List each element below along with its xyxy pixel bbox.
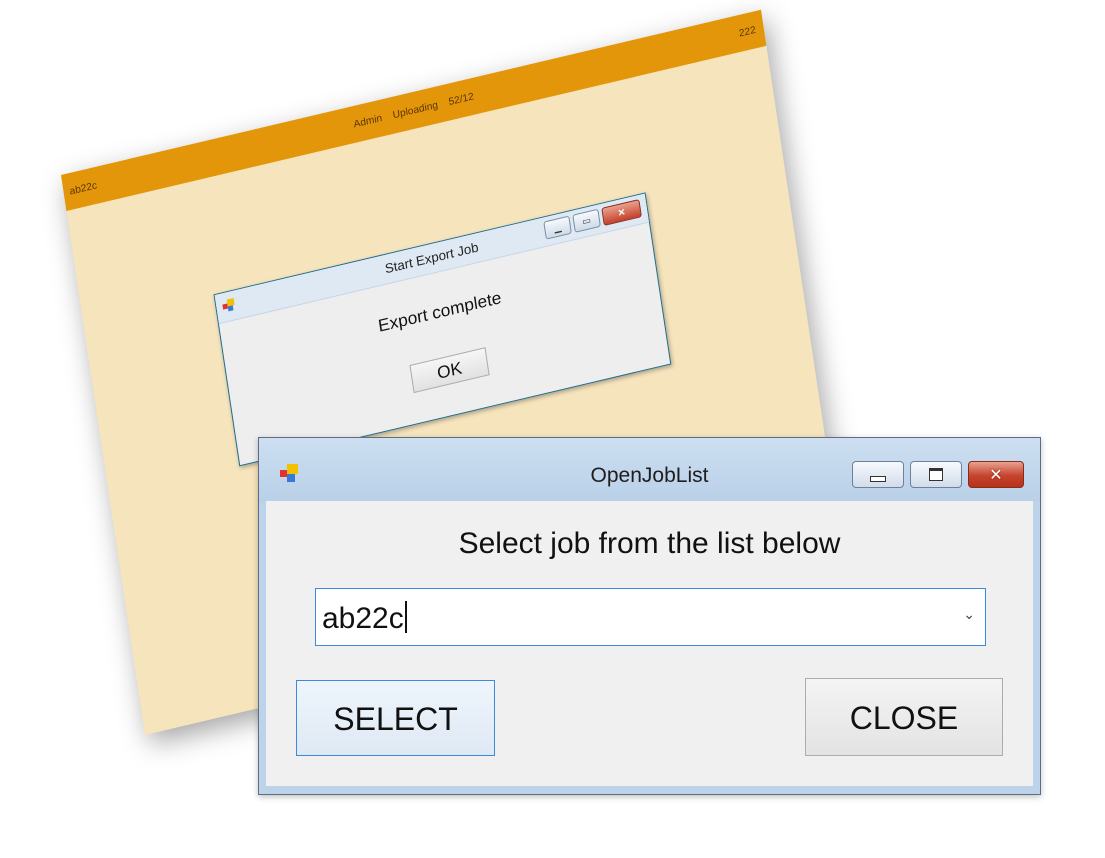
chevron-down-icon[interactable]: ⌄ [963,607,975,623]
maximize-icon [929,468,943,481]
job-select-combobox[interactable]: ab22c ⌄ [315,588,986,646]
minimize-icon [870,475,886,482]
window-close-button[interactable]: ✕ [968,461,1024,488]
topbar-progress: 52/12 [447,91,475,109]
close-icon[interactable]: ✕ [601,199,642,226]
minimize-button[interactable] [852,461,904,488]
close-button[interactable]: CLOSE [805,678,1003,756]
maximize-button[interactable] [910,461,962,488]
close-icon: ✕ [989,465,1003,484]
ok-button[interactable]: OK [409,347,490,394]
app-top-bar: ab22c Admin Uploading 52/12 222 [61,9,767,211]
window-client-area: Select job from the list below ab22c ⌄ S… [266,501,1033,786]
open-job-list-window: OpenJobList ✕ Select job from the list b… [258,437,1041,795]
instruction-label: Select job from the list below [458,527,841,560]
export-dialog: Start Export Job ▁ ▭ ✕ Export complete O… [213,192,672,467]
topbar-user: Admin [352,112,383,131]
topbar-state: Uploading [392,99,439,122]
select-button[interactable]: SELECT [296,680,495,756]
job-combobox-value: ab22c [322,601,407,636]
window-titlebar[interactable]: OpenJobList ✕ [259,438,1040,502]
text-caret [404,601,407,633]
maximize-button[interactable]: ▭ [572,208,601,233]
topbar-right-value: 222 [738,24,757,40]
topbar-status: Admin Uploading 52/12 [63,23,765,199]
minimize-button[interactable]: ▁ [543,215,572,240]
